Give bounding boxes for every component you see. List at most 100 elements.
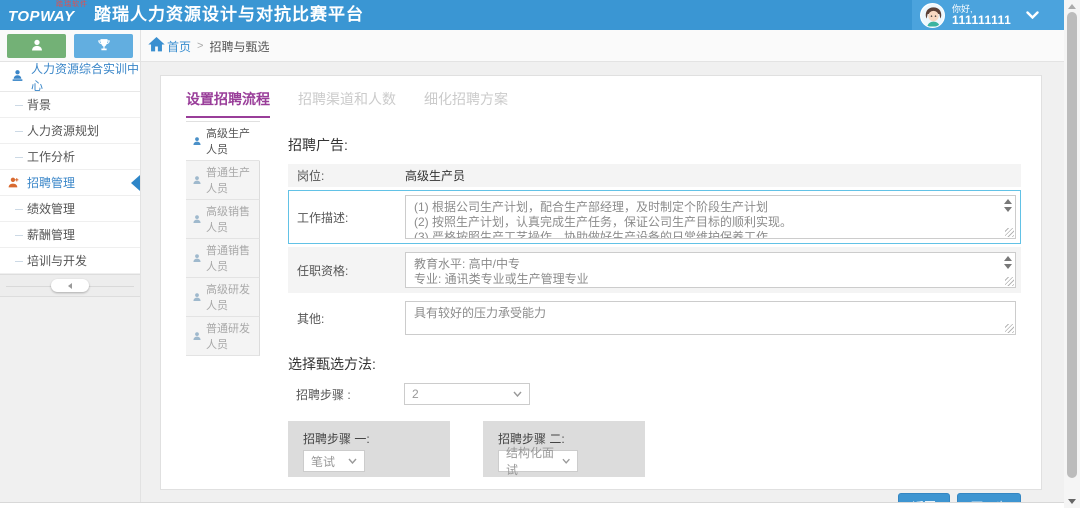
person-icon [30, 38, 44, 55]
tab-setup-recruit-flow[interactable]: 设置招聘流程 [186, 89, 270, 118]
chevron-down-icon[interactable] [1026, 11, 1039, 19]
person-icon [192, 331, 202, 341]
job-desc-label: 工作描述: [289, 209, 405, 226]
sidebar-root-label: 人力资源综合实训中心 [31, 60, 140, 94]
person-icon [192, 292, 202, 302]
sidebar-item-training[interactable]: 培训与开发 [0, 248, 140, 274]
position-tab-label: 普通销售人员 [206, 242, 259, 274]
resize-handle-icon[interactable] [1005, 277, 1014, 286]
card-body: 高级生产人员 普通生产人员 高级销售人员 普通销售人员 高级研发人员 [161, 121, 1041, 508]
textarea-scroll-arrows[interactable] [1004, 199, 1012, 212]
sidebar-collapse-slider [0, 274, 140, 297]
user-name: 111111111 [952, 15, 1011, 26]
person-icon [192, 136, 202, 146]
breadcrumb: 首页 > 招聘与甄选 [148, 30, 269, 62]
step-two-box: 招聘步骤 二: 结构化面试 [483, 421, 645, 477]
scrollbar-down-icon[interactable] [1068, 499, 1076, 504]
position-tab-label: 高级生产人员 [206, 125, 259, 157]
other-row: 其他: 具有较好的压力承受能力 [288, 296, 1021, 340]
step-one-select[interactable]: 笔试 [303, 450, 365, 472]
other-text: 具有较好的压力承受能力 [406, 302, 1015, 334]
resize-handle-icon[interactable] [1005, 228, 1014, 237]
tab-bar: 设置招聘流程 招聘渠道和人数 细化招聘方案 [161, 76, 1041, 118]
recruit-steps-label: 招聘步骤 : [288, 386, 404, 403]
position-tab-senior-production[interactable]: 高级生产人员 [186, 122, 260, 161]
job-desc-text: (1) 根据公司生产计划，配合生产部经理，及时制定个阶段生产计划 (2) 按照生… [406, 196, 1015, 238]
post-value: 高级生产员 [405, 167, 1020, 184]
person-podium-icon [11, 69, 24, 85]
breadcrumb-home-label: 首页 [167, 38, 191, 55]
tab-refine-plan[interactable]: 细化招聘方案 [424, 89, 508, 118]
section-title-recruit-ad: 招聘广告: [288, 135, 1021, 155]
bottom-strip [0, 502, 1064, 508]
sidebar-root-item[interactable]: 人力资源综合实训中心 [0, 62, 140, 92]
step-two-select[interactable]: 结构化面试 [498, 450, 578, 472]
recruit-steps-row: 招聘步骤 : 2 [288, 383, 1021, 405]
position-tab-junior-rd[interactable]: 普通研发人员 [186, 317, 260, 356]
scrollbar-up-icon[interactable] [1068, 4, 1076, 9]
section-title-selection-method: 选择甄选方法: [288, 354, 1021, 374]
tree-tick [15, 131, 23, 132]
recruit-steps-value: 2 [412, 387, 419, 401]
app-window: 踏瑞软件 TOPWAY 踏瑞人力资源设计与对抗比赛平台 你好, 11111111… [0, 0, 1080, 508]
person-icon [192, 214, 202, 224]
sidebar-item-hr-planning[interactable]: 人力资源规划 [0, 118, 140, 144]
person-add-icon [7, 176, 20, 189]
position-tab-senior-rd[interactable]: 高级研发人员 [186, 278, 260, 317]
scroll-up-icon [1004, 199, 1012, 204]
person-icon [192, 253, 202, 263]
logo-brand: TOPWAY [8, 9, 92, 25]
sidebar-item-background[interactable]: 背景 [0, 92, 140, 118]
competition-mode-button[interactable] [74, 34, 133, 58]
collapse-left-icon [68, 283, 72, 289]
sidebar-item-label: 培训与开发 [27, 252, 87, 269]
vertical-scrollbar[interactable] [1064, 0, 1080, 508]
post-label: 岗位: [289, 167, 405, 184]
slider-handle[interactable] [51, 279, 89, 292]
scroll-up-icon [1004, 256, 1012, 261]
step-one-label: 招聘步骤 一: [303, 430, 450, 447]
sidebar-item-label: 工作分析 [27, 148, 75, 165]
step-one-box: 招聘步骤 一: 笔试 [288, 421, 450, 477]
main-panel: 设置招聘流程 招聘渠道和人数 细化招聘方案 高级生产人员 普通生产人员 高级销售… [160, 75, 1042, 490]
job-desc-textarea[interactable]: (1) 根据公司生产计划，配合生产部经理，及时制定个阶段生产计划 (2) 按照生… [405, 195, 1016, 239]
chevron-down-icon [513, 391, 522, 397]
person-icon [192, 175, 202, 185]
step-one-value: 笔试 [311, 453, 335, 470]
other-textarea[interactable]: 具有较好的压力承受能力 [405, 301, 1016, 335]
scroll-down-icon [1004, 264, 1012, 269]
breadcrumb-home[interactable]: 首页 [148, 37, 191, 55]
tree-tick [15, 235, 23, 236]
sidebar-item-compensation[interactable]: 薪酬管理 [0, 222, 140, 248]
tree-tick [15, 105, 23, 106]
recruit-steps-select[interactable]: 2 [404, 383, 530, 405]
user-info: 你好, 111111111 [952, 4, 1011, 26]
step-two-value: 结构化面试 [506, 444, 562, 478]
sidebar-item-performance[interactable]: 绩效管理 [0, 196, 140, 222]
position-tab-junior-sales[interactable]: 普通销售人员 [186, 239, 260, 278]
chevron-down-icon [348, 458, 357, 464]
textarea-scroll-arrows[interactable] [1004, 256, 1012, 269]
sidebar-item-label: 招聘管理 [27, 174, 75, 191]
scrollbar-thumb[interactable] [1067, 12, 1077, 478]
breadcrumb-current: 招聘与甄选 [209, 38, 269, 55]
practice-mode-button[interactable] [7, 34, 66, 58]
position-tab-senior-sales[interactable]: 高级销售人员 [186, 200, 260, 239]
trophy-icon [97, 38, 111, 55]
sidebar-item-job-analysis[interactable]: 工作分析 [0, 144, 140, 170]
position-tab-label: 高级销售人员 [206, 203, 259, 235]
qualification-textarea[interactable]: 教育水平: 高中/中专 专业: 通讯类专业或生产管理专业 经验: 2年以上担任生… [405, 252, 1016, 288]
position-tab-label: 普通研发人员 [206, 320, 259, 352]
breadcrumb-separator: > [197, 40, 203, 52]
sidebar-item-recruitment[interactable]: 招聘管理 [0, 170, 140, 196]
qualification-text: 教育水平: 高中/中专 专业: 通讯类专业或生产管理专业 经验: 2年以上担任生… [406, 253, 1015, 287]
user-menu[interactable]: 你好, 111111111 [912, 0, 1064, 30]
position-tab-junior-production[interactable]: 普通生产人员 [186, 161, 260, 200]
form-content: 招聘广告: 岗位: 高级生产员 工作描述: (1) 根据公司生产计划，配合生产部… [260, 121, 1041, 508]
mode-switch [7, 34, 133, 58]
tab-channels-headcount[interactable]: 招聘渠道和人数 [298, 89, 396, 118]
resize-handle-icon[interactable] [1005, 324, 1014, 333]
avatar [920, 3, 945, 28]
topway-logo[interactable]: 踏瑞软件 TOPWAY [8, 1, 92, 29]
job-desc-row: 工作描述: (1) 根据公司生产计划，配合生产部经理，及时制定个阶段生产计划 (… [288, 190, 1021, 244]
